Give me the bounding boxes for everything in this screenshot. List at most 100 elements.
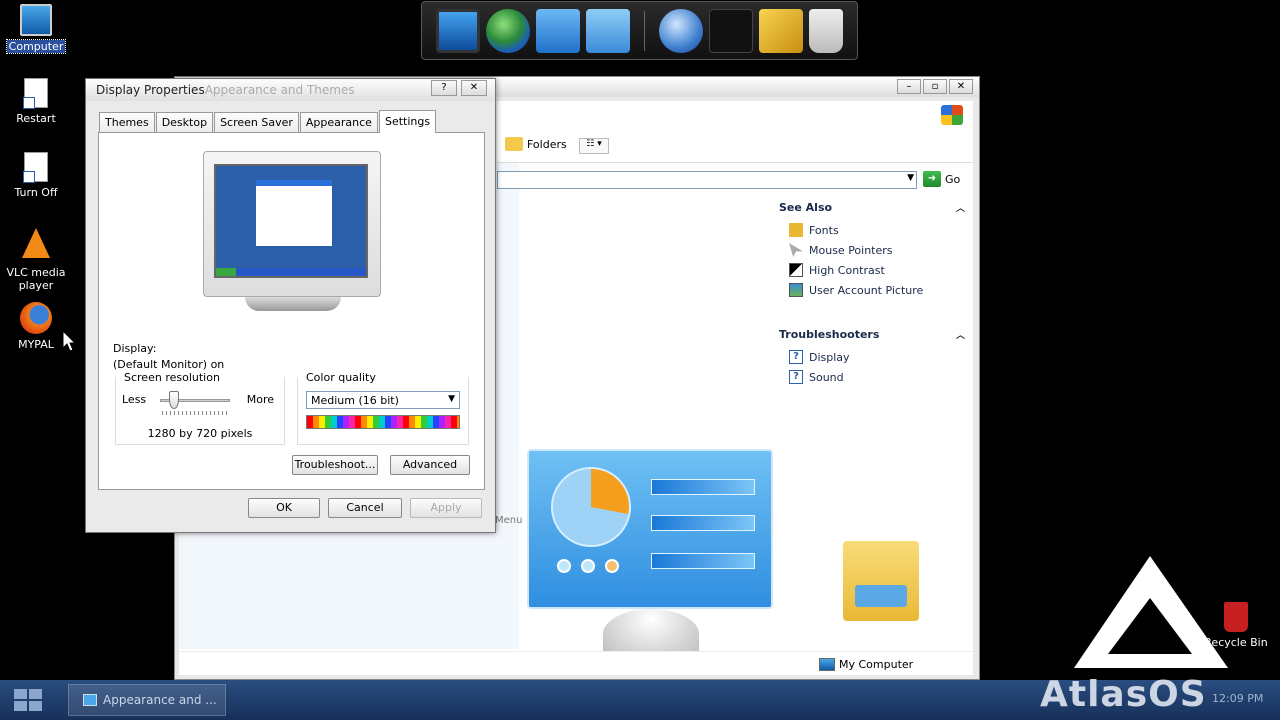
link-label: Display	[809, 350, 850, 364]
taskbar: Appearance and ... AtlasOS 12:09 PM	[0, 674, 1280, 720]
folder-icon	[843, 541, 919, 621]
taskbar-task-appearance[interactable]: Appearance and ...	[68, 684, 226, 716]
control-panel-icon	[83, 694, 97, 706]
cancel-button[interactable]: Cancel	[328, 498, 402, 518]
minimize-button[interactable]: –	[897, 79, 921, 94]
dock-internet-globe-icon[interactable]	[659, 8, 703, 53]
desktop-icon-recycle-bin[interactable]: Recycle Bin	[1200, 602, 1272, 649]
computer-icon	[819, 658, 835, 671]
pie-graphic	[551, 467, 631, 547]
dot-graphic	[557, 559, 571, 573]
link-troubleshoot-display[interactable]: ? Display	[779, 347, 969, 367]
dialog-window-controls: ? ✕	[431, 80, 487, 96]
folders-button[interactable]: Folders	[505, 137, 567, 151]
chevron-up-icon[interactable]: ︿	[956, 328, 965, 341]
dialog-title-text: Display Properties	[96, 83, 205, 97]
desktop-icon-label: Turn Off	[14, 186, 58, 199]
troubleshoot-button[interactable]: Troubleshoot...	[292, 455, 378, 475]
see-also-title: See Also	[779, 201, 833, 214]
desktop-icon-label: Computer	[5, 39, 67, 54]
chevron-down-icon[interactable]: ▼	[448, 394, 455, 404]
task-label: Appearance and ...	[103, 693, 217, 707]
recycle-bin-icon	[1224, 602, 1248, 632]
desktop-icon-vlc[interactable]: VLC media player	[0, 228, 72, 292]
dot-graphic	[605, 559, 619, 573]
task-pane: See Also ︿ Fonts Mouse Pointers High Con…	[779, 201, 969, 387]
go-arrow-icon: ➜	[923, 171, 941, 187]
link-user-account-picture[interactable]: User Account Picture	[779, 280, 969, 300]
preview-window-graphic	[256, 180, 332, 246]
address-bar[interactable]: ▼	[497, 171, 917, 189]
display-label: Display:	[113, 342, 157, 355]
desktop-icon-label: Recycle Bin	[1204, 636, 1268, 649]
more-label: More	[246, 393, 274, 406]
desktop-icon-restart[interactable]: Restart	[0, 78, 72, 125]
close-button[interactable]: ✕	[461, 80, 487, 96]
shortcut-icon	[23, 78, 48, 109]
dialog-title: Display PropertiesAppearance and Themes	[96, 83, 355, 97]
close-button[interactable]: ✕	[949, 79, 973, 94]
link-fonts[interactable]: Fonts	[779, 220, 969, 240]
start-button[interactable]	[10, 685, 46, 715]
desktop-icon-turn-off[interactable]: Turn Off	[0, 152, 72, 199]
go-label: Go	[945, 172, 961, 186]
bar-graphic	[651, 553, 755, 569]
monitor-preview	[203, 151, 381, 297]
link-label: User Account Picture	[809, 283, 924, 297]
color-quality-select[interactable]: Medium (16 bit) ▼	[306, 391, 460, 409]
apply-button[interactable]: Apply	[410, 498, 482, 518]
folders-label: Folders	[527, 137, 567, 151]
link-label: Fonts	[809, 223, 839, 237]
color-spectrum-bar	[306, 415, 460, 429]
status-bar: My Computer	[179, 651, 973, 675]
help-icon: ?	[789, 350, 803, 364]
color-quality-value: Medium (16 bit)	[311, 394, 399, 407]
preview-taskbar-graphic	[216, 268, 366, 276]
desktop-icon-computer[interactable]: Computer	[0, 4, 72, 54]
see-also-header[interactable]: See Also ︿	[779, 201, 969, 214]
help-button[interactable]: ?	[431, 80, 457, 96]
partial-text: Menu	[495, 515, 523, 526]
high-contrast-icon	[789, 263, 803, 277]
dock-documents-icon[interactable]	[536, 8, 580, 53]
link-troubleshoot-sound[interactable]: ? Sound	[779, 367, 969, 387]
tab-desktop[interactable]: Desktop	[155, 112, 214, 132]
maximize-button[interactable]: ▫	[923, 79, 947, 94]
picture-icon	[789, 283, 803, 297]
chevron-up-icon[interactable]: ︿	[956, 201, 965, 214]
dock-tshirt-icon[interactable]	[709, 8, 753, 53]
tab-themes[interactable]: Themes	[99, 112, 155, 132]
views-button[interactable]: ☷ ▾	[579, 138, 609, 154]
troubleshooters-header[interactable]: Troubleshooters ︿	[779, 328, 969, 341]
folder-icon	[505, 137, 523, 151]
link-mouse-pointers[interactable]: Mouse Pointers	[779, 240, 969, 260]
status-location-label: My Computer	[839, 658, 914, 671]
dock-recycle-bin-icon[interactable]	[809, 8, 843, 53]
tab-screen-saver[interactable]: Screen Saver	[214, 112, 299, 132]
go-button[interactable]: ➜ Go	[923, 171, 960, 187]
advanced-button[interactable]: Advanced	[390, 455, 470, 475]
status-location: My Computer	[819, 658, 913, 671]
settings-panel: Display: (Default Monitor) on Screen res…	[98, 132, 485, 490]
ok-button[interactable]: OK	[248, 498, 320, 518]
resolution-value: 1280 by 720 pixels	[147, 427, 253, 440]
dock-globe-network-icon[interactable]	[486, 8, 530, 53]
tab-settings[interactable]: Settings	[378, 110, 437, 133]
dock-tools-icon[interactable]	[759, 8, 803, 53]
color-quality-group: Color quality Medium (16 bit) ▼	[297, 371, 469, 445]
windows-logo-icon	[14, 689, 42, 711]
dialog-titlebar[interactable]: Display PropertiesAppearance and Themes …	[86, 79, 495, 101]
dock	[421, 1, 858, 60]
ghost-title-text: Appearance and Themes	[204, 83, 355, 97]
dock-chart-icon[interactable]	[586, 8, 630, 53]
explorer-window-controls: – ▫ ✕	[897, 79, 973, 94]
clock[interactable]: 12:09 PM	[1212, 692, 1263, 705]
link-high-contrast[interactable]: High Contrast	[779, 260, 969, 280]
chevron-down-icon[interactable]: ▼	[907, 173, 914, 183]
tab-appearance[interactable]: Appearance	[299, 112, 378, 132]
monitor-preview-screen	[214, 164, 368, 278]
shortcut-icon	[23, 152, 48, 183]
resolution-slider-thumb[interactable]	[169, 391, 179, 409]
dock-monitor-icon[interactable]	[436, 8, 480, 53]
desktop: Computer Restart Turn Off VLC media play…	[0, 0, 1280, 720]
